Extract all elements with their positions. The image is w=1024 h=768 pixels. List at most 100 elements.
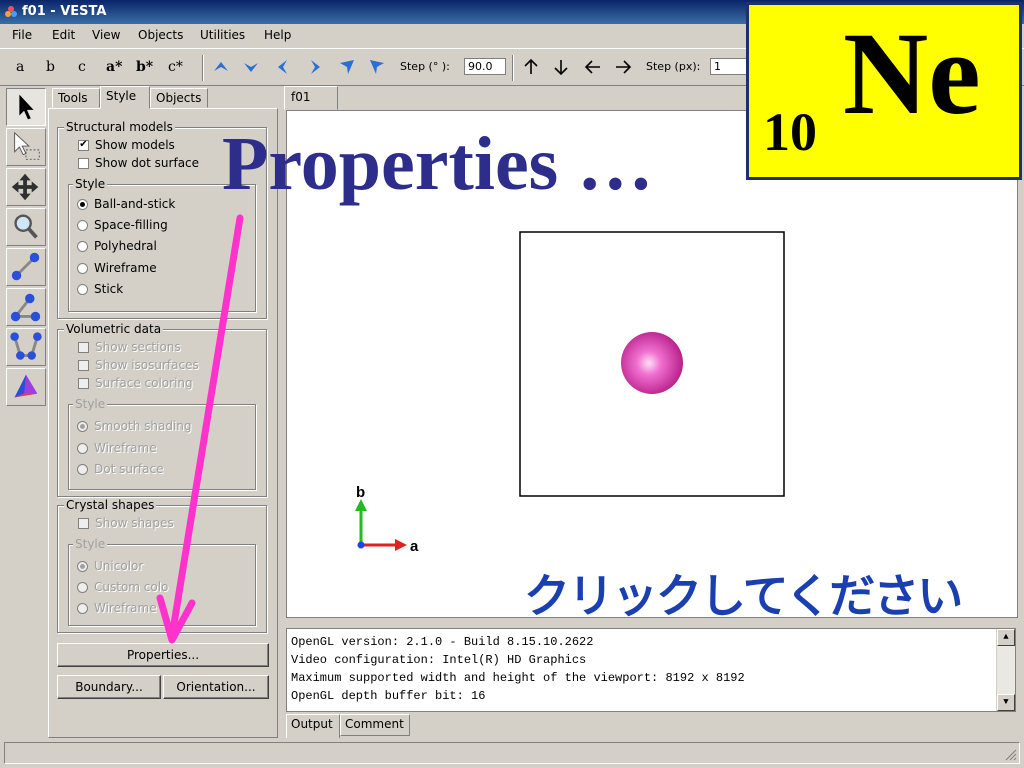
- step-px-input[interactable]: [710, 58, 750, 75]
- volumetric-wireframe-radio[interactable]: Wireframe: [77, 441, 157, 455]
- show-sections-checkbox[interactable]: Show sections: [78, 340, 181, 354]
- checkbox-icon: [78, 517, 89, 529]
- view-along-b-button[interactable]: b: [46, 59, 55, 75]
- view-along-a-star-button[interactable]: a*: [106, 59, 122, 75]
- scroll-up-icon[interactable]: ▲: [997, 629, 1015, 646]
- dot-surface-label: Dot surface: [94, 462, 164, 476]
- checkbox-checked-icon: ✔: [78, 139, 89, 151]
- custom-color-label: Custom colo: [94, 580, 169, 594]
- rotate-down-icon[interactable]: [242, 58, 260, 76]
- neon-atom[interactable]: [621, 332, 683, 394]
- tab-output[interactable]: Output: [286, 714, 340, 738]
- tab-style[interactable]: Style: [100, 86, 150, 109]
- ball-and-stick-radio[interactable]: Ball-and-stick: [77, 197, 175, 211]
- space-filling-label: Space-filling: [94, 218, 168, 232]
- distance-tool-button[interactable]: [6, 248, 46, 286]
- translate-right-icon[interactable]: [614, 58, 632, 76]
- element-badge: 10 Ne: [746, 2, 1022, 180]
- radio-icon: [77, 442, 88, 454]
- volumetric-style-group: Style Smooth shading Wireframe Dot surfa…: [68, 397, 256, 490]
- angle-tool-button[interactable]: [6, 288, 46, 326]
- view-along-a-button[interactable]: a: [16, 59, 24, 75]
- step-degree-input[interactable]: [464, 58, 506, 75]
- unicolor-radio[interactable]: Unicolor: [77, 559, 143, 573]
- rotate-left-icon[interactable]: [274, 58, 292, 76]
- surface-coloring-label: Surface coloring: [95, 376, 193, 390]
- radio-icon: [77, 240, 88, 252]
- custom-color-radio[interactable]: Custom colo: [77, 580, 168, 594]
- vesta-app-icon: [5, 6, 17, 17]
- magnify-tool-button[interactable]: [6, 208, 46, 246]
- axis-a-label: a: [410, 538, 419, 555]
- volumetric-wireframe-label: Wireframe: [94, 441, 157, 455]
- resize-grip-icon[interactable]: [1005, 749, 1017, 761]
- show-sections-label: Show sections: [95, 340, 181, 354]
- a-axis-arrowhead: [395, 539, 407, 551]
- select-region-tool-button[interactable]: [6, 128, 46, 166]
- space-filling-radio[interactable]: Space-filling: [77, 218, 168, 232]
- smooth-shading-radio[interactable]: Smooth shading: [77, 419, 192, 433]
- wireframe-label: Wireframe: [94, 261, 157, 275]
- c-axis-point: [357, 541, 365, 549]
- crystal-style-group: Style Unicolor Custom colo Wireframe: [68, 537, 256, 626]
- menu-edit[interactable]: Edit: [52, 28, 75, 42]
- element-atomic-number: 10: [763, 102, 817, 162]
- rotate-cw-icon[interactable]: [368, 58, 386, 76]
- toolbar-separator: [512, 55, 514, 81]
- show-models-label: Show models: [95, 138, 175, 152]
- menu-view[interactable]: View: [92, 28, 120, 42]
- surface-coloring-checkbox[interactable]: Surface coloring: [78, 376, 193, 390]
- tab-f01[interactable]: f01: [284, 86, 338, 110]
- radio-selected-icon: [77, 560, 88, 572]
- output-scrollbar[interactable]: ▲ ▼: [996, 629, 1015, 711]
- bond-distance-icon: [11, 252, 40, 281]
- unicolor-label: Unicolor: [94, 559, 144, 573]
- rotate-ccw-icon[interactable]: [338, 58, 356, 76]
- show-shapes-checkbox[interactable]: Show shapes: [78, 516, 174, 530]
- tab-tools[interactable]: Tools: [52, 88, 100, 108]
- translate-tool-button[interactable]: [6, 168, 46, 206]
- properties-caption: Properties …: [222, 122, 654, 206]
- radio-selected-icon: [77, 420, 88, 432]
- volumetric-data-title: Volumetric data: [64, 322, 164, 336]
- show-models-checkbox[interactable]: ✔ Show models: [78, 138, 175, 152]
- dihedral-tool-button[interactable]: [6, 328, 46, 366]
- tab-objects[interactable]: Objects: [150, 88, 208, 108]
- scroll-down-icon[interactable]: ▼: [997, 694, 1015, 711]
- polyhedral-radio[interactable]: Polyhedral: [77, 239, 157, 253]
- select-region-icon: [14, 131, 40, 160]
- translate-down-icon[interactable]: [552, 58, 570, 76]
- menu-utilities[interactable]: Utilities: [200, 28, 245, 42]
- status-bar: [4, 742, 1020, 764]
- output-line: OpenGL version: 2.1.0 - Build 8.15.10.26…: [291, 635, 594, 649]
- translate-left-icon[interactable]: [584, 58, 602, 76]
- menu-file[interactable]: File: [12, 28, 32, 42]
- radio-icon: [77, 219, 88, 231]
- orientation-button[interactable]: Orientation...: [163, 675, 269, 699]
- rotate-up-icon[interactable]: [212, 58, 230, 76]
- rotate-right-icon[interactable]: [306, 58, 324, 76]
- show-isosurfaces-checkbox[interactable]: Show isosurfaces: [78, 358, 199, 372]
- radio-icon: [77, 602, 88, 614]
- show-dot-surface-checkbox[interactable]: Show dot surface: [78, 156, 199, 170]
- view-along-c-button[interactable]: c: [78, 59, 86, 75]
- translate-up-icon[interactable]: [522, 58, 540, 76]
- move-cross-icon: [11, 173, 39, 201]
- output-console[interactable]: OpenGL version: 2.1.0 - Build 8.15.10.26…: [286, 628, 1016, 712]
- menu-help[interactable]: Help: [264, 28, 291, 42]
- properties-button[interactable]: Properties...: [57, 643, 269, 667]
- dot-surface-radio[interactable]: Dot surface: [77, 462, 163, 476]
- stick-radio[interactable]: Stick: [77, 282, 123, 296]
- view-along-c-star-button[interactable]: c*: [168, 59, 183, 75]
- crystal-wireframe-radio[interactable]: Wireframe: [77, 601, 157, 615]
- boundary-tool-button[interactable]: [6, 368, 46, 406]
- output-line: Video configuration: Intel(R) HD Graphic…: [291, 653, 587, 667]
- radio-icon: [77, 283, 88, 295]
- menu-objects[interactable]: Objects: [138, 28, 183, 42]
- view-along-b-star-button[interactable]: b*: [136, 59, 153, 75]
- tab-comment[interactable]: Comment: [340, 714, 410, 736]
- select-tool-button[interactable]: [6, 88, 46, 126]
- checkbox-icon: [78, 157, 89, 169]
- wireframe-radio[interactable]: Wireframe: [77, 261, 157, 275]
- boundary-button[interactable]: Boundary...: [57, 675, 161, 699]
